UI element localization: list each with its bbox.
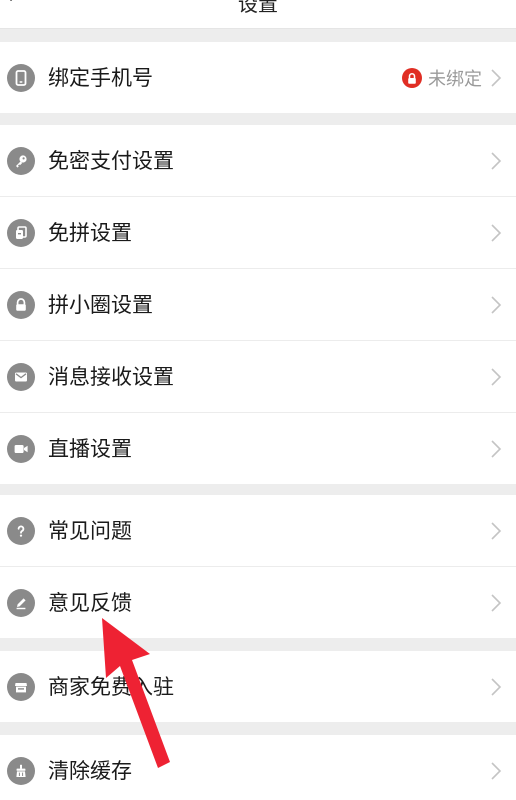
pencil-icon [7, 589, 35, 617]
chevron-right-icon [491, 152, 502, 170]
status-text: 未绑定 [428, 69, 482, 90]
cards-icon [7, 219, 35, 247]
settings-item-label: 拼小圈设置 [48, 293, 153, 317]
question-icon [7, 517, 35, 545]
settings-page: 设置 绑定手机号 未绑定 免密支付设置 免拼设置 拼小圈设置 消息接收设置 直播… [0, 0, 516, 800]
settings-item-label: 常见问题 [48, 519, 132, 543]
chevron-right-icon [491, 762, 502, 780]
settings-item-clear-cache[interactable]: 清除缓存 [0, 735, 516, 800]
settings-group-merchant: 商家免费入驻 [0, 651, 516, 722]
settings-item-password-free-pay[interactable]: 免密支付设置 [0, 125, 516, 196]
settings-item-label: 绑定手机号 [48, 66, 153, 90]
settings-group-account: 绑定手机号 未绑定 [0, 42, 516, 113]
chevron-right-icon [491, 69, 502, 87]
chevron-right-icon [491, 594, 502, 612]
chevron-right-icon [491, 224, 502, 242]
settings-item-label: 免密支付设置 [48, 149, 174, 173]
settings-group-storage: 清除缓存 [0, 735, 516, 800]
lock-icon [7, 291, 35, 319]
settings-item-feedback[interactable]: 意见反馈 [0, 566, 516, 638]
bind-status: 未绑定 [402, 64, 482, 92]
mail-icon [7, 363, 35, 391]
settings-item-merchant-join[interactable]: 商家免费入驻 [0, 651, 516, 722]
settings-item-faq[interactable]: 常见问题 [0, 495, 516, 566]
video-icon [7, 435, 35, 463]
settings-item-label: 免拼设置 [48, 221, 132, 245]
settings-item-label: 消息接收设置 [48, 365, 174, 389]
settings-item-circle[interactable]: 拼小圈设置 [0, 268, 516, 340]
store-icon [7, 673, 35, 701]
chevron-right-icon [491, 522, 502, 540]
lock-badge-icon [402, 68, 422, 88]
settings-item-label: 直播设置 [48, 437, 132, 461]
chevron-right-icon [491, 678, 502, 696]
settings-group-help: 常见问题 意见反馈 [0, 495, 516, 638]
settings-group-preferences: 免密支付设置 免拼设置 拼小圈设置 消息接收设置 直播设置 [0, 125, 516, 484]
settings-item-bind-phone[interactable]: 绑定手机号 未绑定 [0, 42, 516, 113]
chevron-right-icon [491, 296, 502, 314]
settings-item-label: 商家免费入驻 [48, 675, 174, 699]
nav-header: 设置 [0, 0, 516, 29]
chevron-right-icon [491, 440, 502, 458]
settings-item-label: 清除缓存 [48, 759, 132, 783]
page-title: 设置 [238, 0, 278, 16]
settings-item-label: 意见反馈 [48, 591, 132, 615]
phone-icon [7, 64, 35, 92]
settings-item-free-group[interactable]: 免拼设置 [0, 196, 516, 268]
chevron-right-icon [491, 368, 502, 386]
key-icon [7, 147, 35, 175]
settings-item-notifications[interactable]: 消息接收设置 [0, 340, 516, 412]
settings-item-live[interactable]: 直播设置 [0, 412, 516, 484]
broom-icon [7, 757, 35, 785]
